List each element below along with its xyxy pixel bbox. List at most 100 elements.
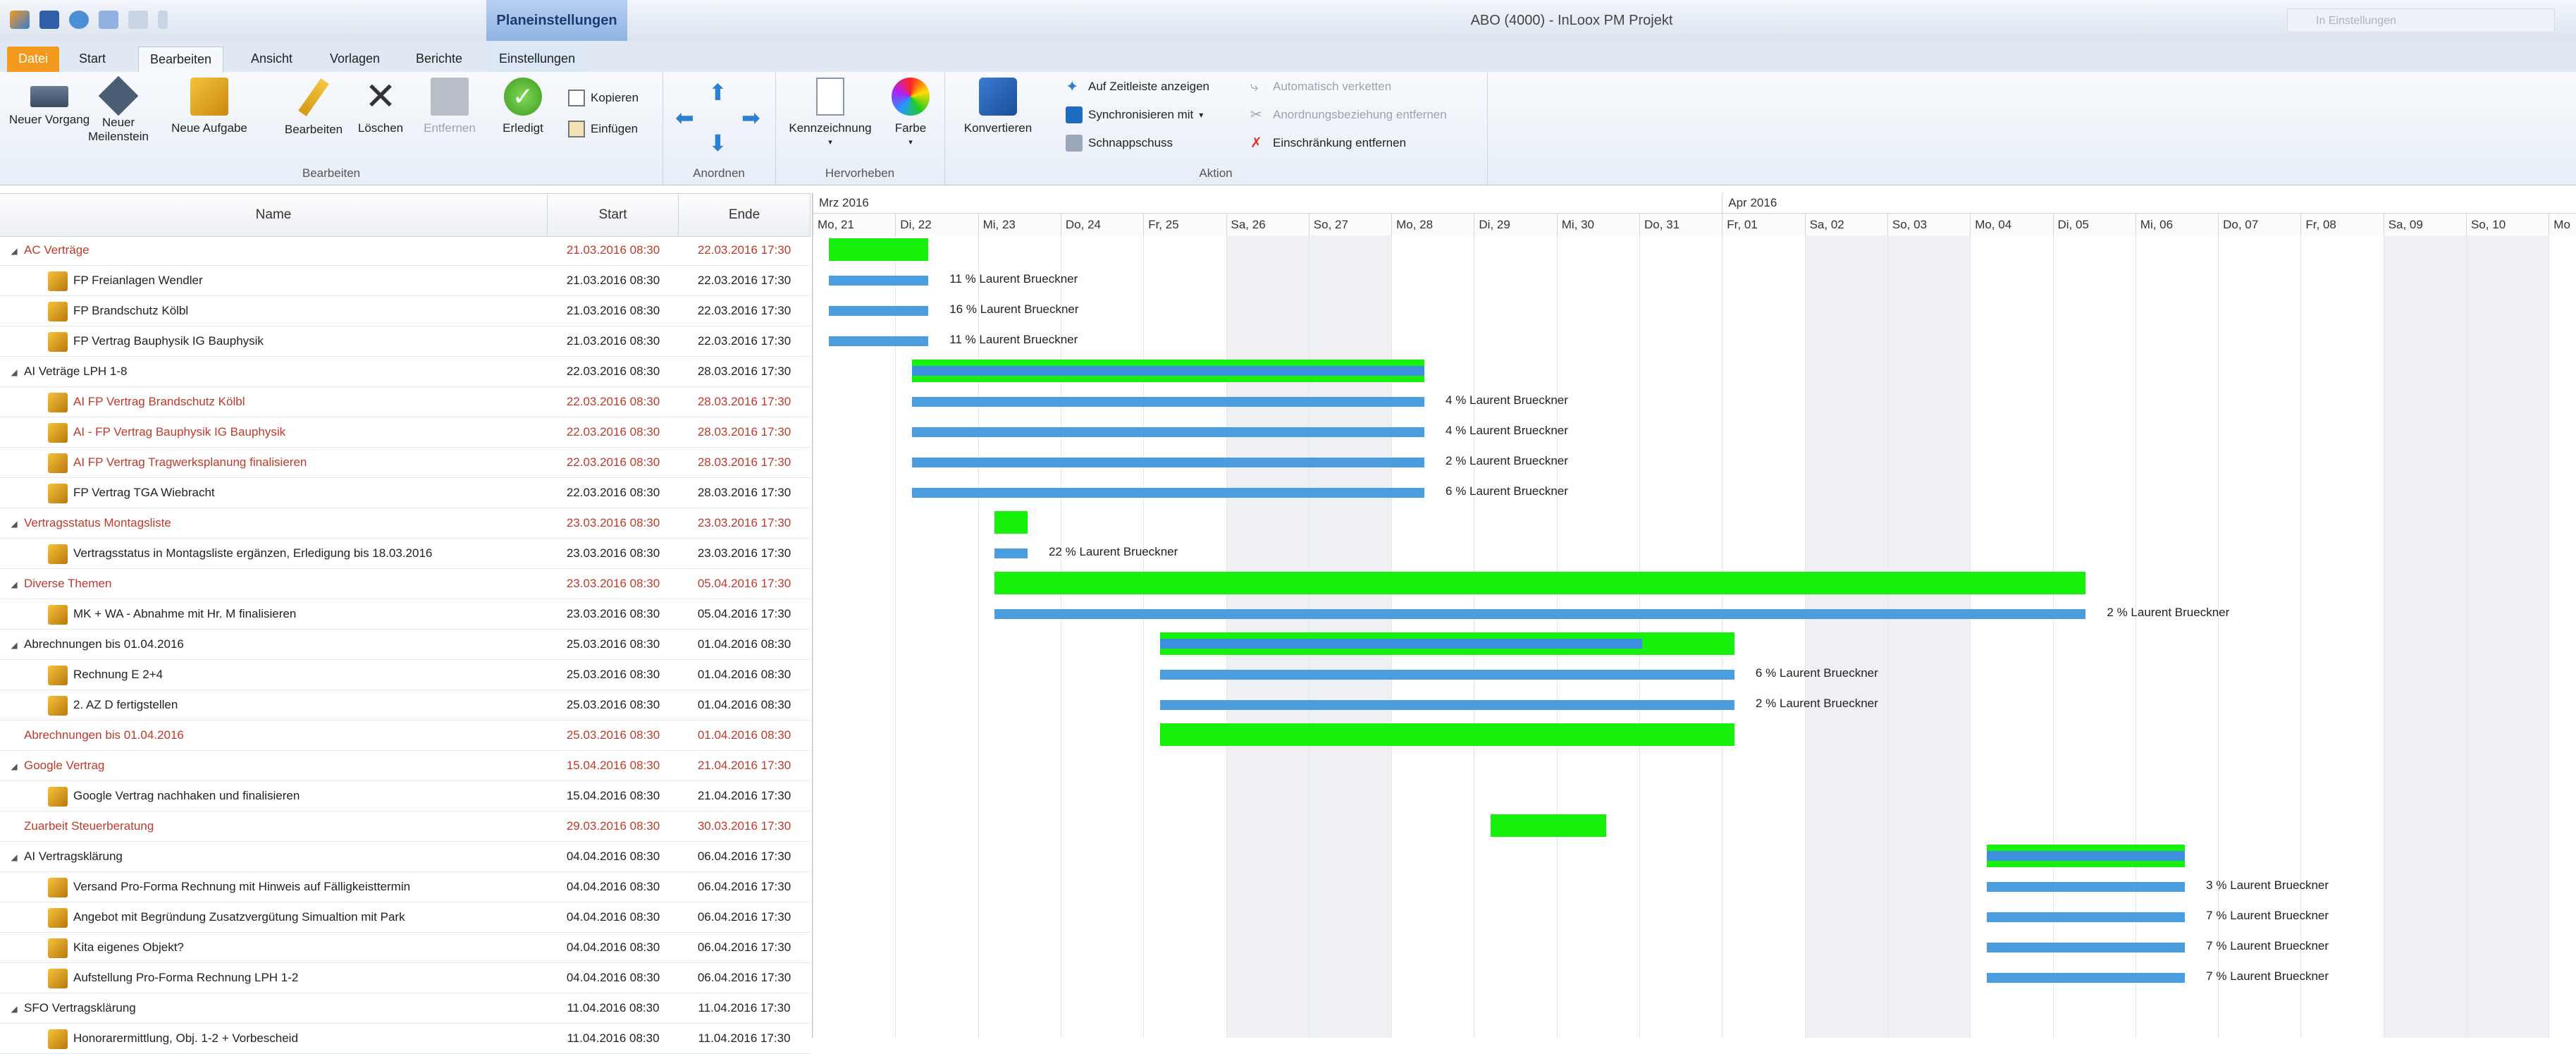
task-bar[interactable] [911,427,1424,437]
expand-collapse-icon[interactable]: ◢ [4,236,24,265]
table-row[interactable]: ◢ Diverse Themen 23.03.2016 08:30 05.04.201… [0,569,811,599]
synchronisieren-button[interactable]: Synchronisieren mit ▾ [1066,104,1203,125]
table-row[interactable]: MK + WA - Abnahme mit Hr. M finalisieren… [0,599,811,630]
table-row[interactable]: Rechnung E 2+4 25.03.2016 08:30 01.04.2016… [0,660,811,690]
arrow-right-icon[interactable]: ➡ [741,104,760,131]
table-row[interactable]: Abrechnungen bis 01.04.2016 25.03.2016 08… [0,721,811,751]
tab-vorlagen[interactable]: Vorlagen [319,47,391,72]
summary-bar[interactable] [994,572,2086,594]
kopieren-button[interactable]: Kopieren [568,87,639,109]
table-row[interactable]: Honorarermittlung, Obj. 1-2 + Vorbeschei… [0,1024,811,1054]
table-row[interactable]: Vertragsstatus in Montagsliste ergänzen,… [0,539,811,569]
summary-bar[interactable] [1159,723,1734,746]
neuer-vorgang-button[interactable]: Neuer Vorgang [7,78,92,127]
summary-bar[interactable] [994,511,1028,534]
task-bar[interactable] [1159,670,1734,680]
arrow-down-icon[interactable]: ⬇ [708,130,727,157]
task-bar[interactable] [911,397,1424,407]
column-header-end[interactable]: Ende [679,194,811,236]
table-row[interactable]: Zuarbeit Steuerberatung 29.03.2016 08:30 3… [0,811,811,842]
neuer-meilenstein-button[interactable]: Neuer Meilenstein [83,75,154,144]
table-row[interactable]: FP Vertrag TGA Wiebracht 22.03.2016 08:30… [0,478,811,508]
tab-datei[interactable]: Datei [7,47,60,72]
save-icon[interactable] [39,11,59,29]
task-bar[interactable] [1986,973,2186,983]
bearbeiten-button[interactable]: Bearbeiten [275,78,352,137]
table-row[interactable]: AI FP Vertrag Brandschutz Kölbl 22.03.201… [0,387,811,417]
table-row[interactable]: 2. AZ D fertigstellen 25.03.2016 08:30 01.… [0,690,811,721]
checkmark-icon: ✓ [504,78,542,116]
expand-collapse-icon[interactable]: ◢ [4,570,24,599]
summary-bar[interactable] [829,238,929,261]
kennzeichnung-button[interactable]: Kennzeichnung ▾ [788,78,873,149]
task-bar[interactable] [829,306,929,316]
entfernen-button[interactable]: Entfernen [414,78,485,135]
summary-bar[interactable] [911,360,1424,382]
row-start-cell: 15.04.2016 08:30 [566,759,660,772]
task-bar[interactable] [1159,700,1734,710]
task-bar[interactable] [1986,912,2186,922]
table-row[interactable]: ◢ AI Veträge LPH 1-8 22.03.2016 08:30 28.03… [0,357,811,387]
undo-icon[interactable] [99,11,118,29]
arrow-up-icon[interactable]: ⬆ [708,79,727,106]
task-bar[interactable] [829,276,929,286]
column-header-name[interactable]: Name [0,194,548,236]
table-row[interactable]: Angebot mit Begründung Zusatzvergütung S… [0,902,811,933]
loeschen-button[interactable]: ✕ Löschen [352,78,409,135]
table-row[interactable]: ◢ AI Vertragsklärung 04.04.2016 08:30 06.04… [0,842,811,872]
task-bar[interactable] [911,458,1424,467]
tab-bearbeiten[interactable]: Bearbeiten [138,47,224,72]
summary-bar[interactable] [1986,845,2186,867]
table-row[interactable]: ◢ Vertragsstatus Montagsliste 23.03.2016 0… [0,508,811,539]
automatisch-verketten-button[interactable]: ⤷ Automatisch verketten [1250,76,1391,97]
table-row[interactable]: AI FP Vertrag Tragwerksplanung finalisie… [0,448,811,478]
einschraenkung-button[interactable]: ✗ Einschränkung entfernen [1250,133,1406,154]
tab-einstellungen[interactable]: Einstellungen [488,47,587,72]
summary-bar[interactable] [1159,632,1734,655]
expand-collapse-icon[interactable]: ◢ [4,357,24,386]
arrow-left-icon[interactable]: ⬅ [675,104,694,131]
task-bar[interactable] [994,609,2086,619]
task-bar[interactable] [911,488,1424,498]
table-row[interactable]: FP Vertrag Bauphysik IG Bauphysik 21.03.2… [0,326,811,357]
auf-zeitleiste-button[interactable]: ✦ Auf Zeitleiste anzeigen [1066,76,1209,97]
task-bar[interactable] [829,336,929,346]
tab-berichte[interactable]: Berichte [405,47,474,72]
expand-collapse-icon[interactable]: ◢ [4,752,24,780]
table-row[interactable]: Google Vertrag nachhaken und finalisiere… [0,781,811,811]
neue-aufgabe-button[interactable]: Neue Aufgabe [164,78,255,135]
table-row[interactable]: FP Freianlagen Wendler 21.03.2016 08:30 22… [0,266,811,296]
table-row[interactable]: ◢ AC Verträge 21.03.2016 08:30 22.03.2016 1… [0,235,811,266]
erledigt-button[interactable]: ✓ Erledigt [495,78,551,135]
table-row[interactable]: ◢ SFO Vertragsklärung 11.04.2016 08:30 11.0… [0,993,811,1024]
redo-icon[interactable] [128,11,148,29]
anordnungsbeziehung-button[interactable]: ✂ Anordnungsbeziehung entfernen [1250,104,1447,125]
task-bar[interactable] [994,549,1028,558]
sync-icon[interactable] [69,11,89,29]
search-input[interactable]: In Einstellungen [2287,8,2555,32]
table-row[interactable]: Versand Pro-Forma Rechnung mit Hinweis a… [0,872,811,902]
table-row[interactable]: AI - FP Vertrag Bauphysik IG Bauphysik 22… [0,417,811,448]
row-name-cell: AI - FP Vertrag Bauphysik IG Bauphysik [0,417,596,447]
expand-collapse-icon[interactable]: ◢ [4,509,24,538]
table-row[interactable]: Kita eigenes Objekt? 04.04.2016 08:30 06.0… [0,933,811,963]
app-logo-icon[interactable] [10,11,30,29]
table-row[interactable]: ◢ Google Vertrag 15.04.2016 08:30 21.04.201… [0,751,811,781]
expand-collapse-icon[interactable]: ◢ [4,842,24,871]
table-row[interactable]: ◢ Abrechnungen bis 01.04.2016 25.03.2016 0… [0,630,811,660]
summary-bar[interactable] [1490,814,1607,837]
customize-toolbar-icon[interactable] [158,11,168,29]
column-header-start[interactable]: Start [548,194,679,236]
expand-collapse-icon[interactable]: ◢ [4,994,24,1023]
einfuegen-button[interactable]: Einfügen [568,118,638,140]
tab-ansicht[interactable]: Ansicht [240,47,304,72]
task-bar[interactable] [1986,882,2186,892]
schnappschuss-button[interactable]: Schnappschuss [1066,133,1173,154]
table-row[interactable]: FP Brandschutz Kölbl 21.03.2016 08:30 22.0… [0,296,811,326]
tab-start[interactable]: Start [68,47,117,72]
farbe-button[interactable]: Farbe ▾ [882,78,939,149]
task-bar[interactable] [1986,943,2186,952]
table-row[interactable]: Aufstellung Pro-Forma Rechnung LPH 1-2 04… [0,963,811,993]
expand-collapse-icon[interactable]: ◢ [4,630,24,659]
konvertieren-button[interactable]: Konvertieren [956,78,1040,135]
